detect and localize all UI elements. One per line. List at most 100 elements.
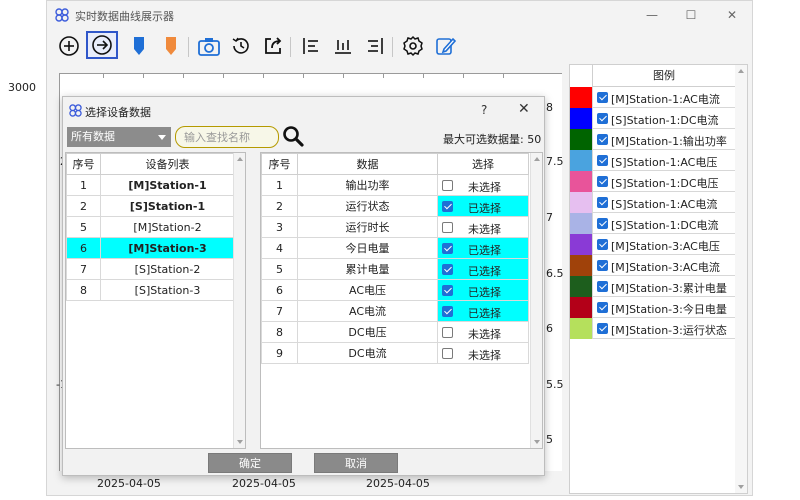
legend-checkbox[interactable] (597, 197, 608, 208)
legend-checkbox[interactable] (597, 113, 608, 124)
device-row[interactable]: 5 [M]Station-2 (66, 216, 235, 238)
select-checkbox[interactable] (442, 201, 453, 212)
dialog-close-button[interactable]: ✕ (518, 101, 530, 117)
edit-button[interactable] (431, 31, 459, 61)
legend-item[interactable]: [M]Station-3:今日电量 (570, 297, 735, 318)
select-cell[interactable]: 未选择 (437, 342, 529, 364)
legend-checkbox[interactable] (597, 281, 608, 292)
device-row[interactable]: 2 [S]Station-1 (66, 195, 235, 217)
scroll-down-icon[interactable] (237, 440, 243, 444)
legend-item[interactable]: [S]Station-1:DC电流 (570, 213, 735, 234)
data-name: DC电流 (297, 342, 438, 364)
device-row[interactable]: 1 [M]Station-1 (66, 174, 235, 196)
device-row[interactable]: 6 [M]Station-3 (66, 237, 235, 259)
marker-blue-icon (134, 37, 144, 55)
legend-scrollbar[interactable] (735, 65, 747, 493)
scroll-up-icon[interactable] (534, 157, 540, 161)
device-table-scrollbar[interactable] (233, 153, 245, 448)
select-cell[interactable]: 未选择 (437, 216, 529, 238)
blue-marker-button[interactable] (125, 31, 153, 61)
scroll-down-icon[interactable] (738, 485, 744, 489)
maximize-button[interactable]: ☐ (676, 6, 706, 24)
select-status: 未选择 (468, 328, 501, 341)
legend-cell: [S]Station-1:AC电压 (592, 150, 735, 171)
select-checkbox[interactable] (442, 222, 453, 233)
data-table-scrollbar[interactable] (530, 153, 542, 448)
data-row[interactable]: 4 今日电量 已选择 (261, 237, 529, 259)
legend-item[interactable]: [M]Station-1:AC电流 (570, 87, 735, 108)
select-data-button[interactable] (86, 31, 118, 59)
legend-item[interactable]: [M]Station-3:运行状态 (570, 318, 735, 339)
data-row[interactable]: 7 AC电流 已选择 (261, 300, 529, 322)
close-window-button[interactable]: ✕ (717, 6, 747, 24)
search-input[interactable] (175, 126, 279, 148)
select-cell[interactable]: 已选择 (437, 258, 529, 280)
minimize-button[interactable]: — (637, 6, 667, 24)
add-button[interactable] (55, 31, 83, 61)
select-checkbox[interactable] (442, 243, 453, 254)
legend-checkbox[interactable] (597, 218, 608, 229)
legend-item[interactable]: [S]Station-1:AC电压 (570, 150, 735, 171)
x-axis-tick (263, 73, 264, 78)
select-checkbox[interactable] (442, 306, 453, 317)
legend-label: [M]Station-3:AC电压 (611, 240, 720, 253)
legend-checkbox[interactable] (597, 323, 608, 334)
data-row[interactable]: 6 AC电压 已选择 (261, 279, 529, 301)
select-checkbox[interactable] (442, 264, 453, 275)
select-checkbox[interactable] (442, 348, 453, 359)
history-button[interactable] (227, 31, 255, 61)
select-cell[interactable]: 未选择 (437, 321, 529, 343)
data-row[interactable]: 8 DC电压 未选择 (261, 321, 529, 343)
data-row[interactable]: 1 输出功率 未选择 (261, 174, 529, 196)
legend-checkbox[interactable] (597, 92, 608, 103)
legend-checkbox[interactable] (597, 134, 608, 145)
export-button[interactable] (259, 31, 287, 61)
legend-checkbox[interactable] (597, 155, 608, 166)
select-cell[interactable]: 已选择 (437, 279, 529, 301)
legend-checkbox[interactable] (597, 302, 608, 313)
align-bottom-button[interactable] (329, 31, 357, 61)
align-right-button[interactable] (361, 31, 389, 61)
select-checkbox[interactable] (442, 180, 453, 191)
data-filter-value: 所有数据 (71, 130, 115, 143)
orange-marker-button[interactable] (157, 31, 185, 61)
data-table: 序号 数据 选择 1 输出功率 未选择 2 运行状态 已选择 3 运行时长 未选择 4 今日电量 已选… (260, 152, 543, 449)
legend-item[interactable]: [M]Station-3:累计电量 (570, 276, 735, 297)
legend-item[interactable]: [M]Station-1:输出功率 (570, 129, 735, 150)
data-number: 4 (261, 237, 298, 259)
device-row[interactable]: 7 [S]Station-2 (66, 258, 235, 280)
data-row[interactable]: 9 DC电流 未选择 (261, 342, 529, 364)
device-row[interactable]: 8 [S]Station-3 (66, 279, 235, 301)
scroll-down-icon[interactable] (534, 440, 540, 444)
legend-label: [S]Station-1:AC电压 (611, 156, 718, 169)
search-icon[interactable] (282, 125, 304, 147)
ok-button[interactable]: 确定 (208, 453, 292, 473)
select-cell[interactable]: 未选择 (437, 174, 529, 196)
select-cell[interactable]: 已选择 (437, 237, 529, 259)
select-cell[interactable]: 已选择 (437, 300, 529, 322)
legend-color-swatch (570, 87, 592, 108)
screenshot-button[interactable] (195, 31, 223, 61)
data-row[interactable]: 3 运行时长 未选择 (261, 216, 529, 238)
data-row[interactable]: 5 累计电量 已选择 (261, 258, 529, 280)
select-cell[interactable]: 已选择 (437, 195, 529, 217)
scroll-up-icon[interactable] (237, 157, 243, 161)
select-checkbox[interactable] (442, 327, 453, 338)
help-button[interactable]: ? (481, 103, 487, 117)
legend-checkbox[interactable] (597, 239, 608, 250)
cancel-button[interactable]: 取消 (314, 453, 398, 473)
legend-checkbox[interactable] (597, 176, 608, 187)
legend-item[interactable]: [M]Station-3:AC电流 (570, 255, 735, 276)
data-filter-select[interactable]: 所有数据 (67, 127, 171, 147)
align-left-button[interactable] (297, 31, 325, 61)
legend-label: [M]Station-1:输出功率 (611, 135, 727, 148)
select-checkbox[interactable] (442, 285, 453, 296)
settings-button[interactable] (399, 31, 427, 61)
legend-item[interactable]: [S]Station-1:DC电流 (570, 108, 735, 129)
legend-item[interactable]: [S]Station-1:DC电压 (570, 171, 735, 192)
data-row[interactable]: 2 运行状态 已选择 (261, 195, 529, 217)
legend-checkbox[interactable] (597, 260, 608, 271)
scroll-up-icon[interactable] (738, 69, 744, 73)
legend-item[interactable]: [M]Station-3:AC电压 (570, 234, 735, 255)
legend-item[interactable]: [S]Station-1:AC电流 (570, 192, 735, 213)
